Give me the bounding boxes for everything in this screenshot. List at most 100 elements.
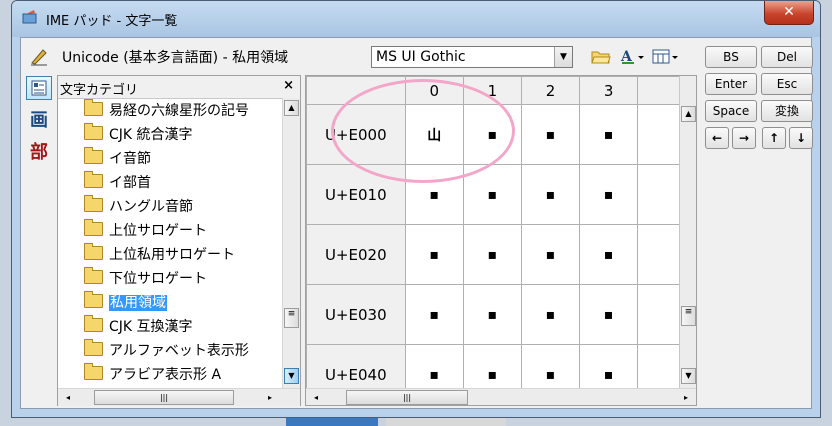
- character-cell[interactable]: ▪: [462, 104, 522, 165]
- window-title: IME パッド - 文字一覧: [46, 14, 178, 29]
- font-select-value: MS UI Gothic: [376, 49, 466, 65]
- background-window-fragment: [286, 418, 378, 426]
- folder-icon: [84, 363, 103, 380]
- character-cell[interactable]: ▪: [579, 104, 639, 165]
- character-cell[interactable]: ▪: [404, 284, 464, 345]
- category-item[interactable]: 易経の六線星形の記号: [84, 99, 249, 122]
- folder-icon: [84, 243, 103, 260]
- character-cell[interactable]: ▪: [579, 164, 639, 225]
- scrollbar-thumb[interactable]: |||: [346, 390, 468, 405]
- scrollbar-thumb[interactable]: ≡: [681, 306, 696, 326]
- character-cell[interactable]: ▪: [462, 284, 522, 345]
- character-cell[interactable]: ▪: [462, 224, 522, 285]
- category-item[interactable]: 下位サロゲート: [84, 267, 207, 290]
- arrow-up-button[interactable]: ↑: [762, 127, 786, 149]
- scroll-right-icon[interactable]: ▸: [262, 390, 278, 405]
- category-item[interactable]: イ部首: [84, 171, 151, 194]
- column-header: 2: [520, 76, 581, 105]
- character-cell[interactable]: ▪: [404, 164, 464, 225]
- page-title: Unicode (基本多言語面) - 私用領域: [62, 50, 289, 66]
- folder-icon: [84, 291, 103, 308]
- category-header-label: 文字カテゴリ: [60, 83, 139, 98]
- category-item[interactable]: CJK 統合漢字: [84, 123, 193, 146]
- radical-button[interactable]: 部: [26, 138, 52, 163]
- scroll-down-icon[interactable]: ▼: [284, 368, 299, 384]
- delete-button[interactable]: Del: [761, 46, 813, 68]
- category-item[interactable]: アルファベット表示形: [84, 339, 249, 362]
- character-cell[interactable]: ▪: [579, 224, 639, 285]
- folder-icon: [84, 339, 103, 356]
- category-item[interactable]: ハングル音節: [84, 195, 193, 218]
- header-toolbar: A: [587, 46, 707, 68]
- character-cell[interactable]: ▪: [520, 284, 581, 345]
- scrollbar-thumb[interactable]: |||: [94, 390, 234, 405]
- ime-pad-window: IME パッド - 文字一覧 ✕ 画 部 Unicode (基本多言語面) - …: [11, 0, 821, 418]
- character-cell[interactable]: ▪: [462, 164, 522, 225]
- category-item[interactable]: 上位サロゲート: [84, 219, 207, 242]
- character-cell[interactable]: ▪: [520, 104, 581, 165]
- column-header: 1: [462, 76, 522, 105]
- folder-icon: [84, 123, 103, 140]
- category-item-selected[interactable]: 私用領域: [84, 291, 167, 314]
- category-vertical-scrollbar[interactable]: ▲ ≡ ▼: [282, 98, 300, 388]
- grid-horizontal-scrollbar[interactable]: ◂ ||| ▸: [306, 388, 696, 405]
- character-cell[interactable]: ▪: [579, 284, 639, 345]
- row-header: U+E020: [306, 224, 406, 285]
- row-header: U+E030: [306, 284, 406, 345]
- category-item[interactable]: CJK 互換漢字: [84, 315, 193, 338]
- folder-icon: [84, 267, 103, 284]
- row-header: U+E010: [306, 164, 406, 225]
- scroll-up-icon[interactable]: ▲: [284, 100, 299, 116]
- scroll-up-icon[interactable]: ▲: [681, 106, 696, 122]
- scroll-down-icon[interactable]: ▼: [681, 368, 696, 384]
- chevron-down-icon[interactable]: ▼: [554, 47, 572, 67]
- stroke-count-button[interactable]: 画: [26, 106, 52, 131]
- category-close-icon[interactable]: ×: [283, 78, 294, 93]
- column-header: 3: [579, 76, 639, 105]
- category-item[interactable]: イ音節: [84, 147, 151, 170]
- font-select[interactable]: MS UI Gothic ▼: [371, 46, 573, 68]
- folder-open-icon[interactable]: [587, 46, 615, 68]
- folder-icon: [84, 171, 103, 188]
- space-button[interactable]: Space: [705, 100, 757, 122]
- background-window-fragment: [386, 418, 506, 426]
- scrollbar-thumb[interactable]: ≡: [284, 308, 299, 328]
- client-area: 画 部 Unicode (基本多言語面) - 私用領域 MS UI Gothic…: [20, 37, 813, 409]
- folder-icon: [84, 195, 103, 212]
- scroll-right-icon[interactable]: ▸: [678, 390, 694, 405]
- character-list-icon[interactable]: [26, 76, 52, 100]
- category-item[interactable]: アラビア表示形 A: [84, 363, 221, 386]
- arrow-left-button[interactable]: ←: [705, 127, 729, 149]
- category-panel: 文字カテゴリ × 易経の六線星形の記号 CJK 統合漢字 イ音節 イ部首 ハング…: [57, 75, 301, 406]
- character-cell[interactable]: ▪: [404, 224, 464, 285]
- convert-button[interactable]: 変換: [761, 100, 813, 122]
- view-options-icon[interactable]: [651, 46, 679, 68]
- category-horizontal-scrollbar[interactable]: ◂ ||| ▸: [58, 388, 300, 406]
- title-bar[interactable]: IME パッド - 文字一覧 ✕: [12, 1, 820, 37]
- character-cell[interactable]: ▪: [520, 224, 581, 285]
- folder-icon: [84, 99, 103, 116]
- row-header: U+E000: [306, 104, 406, 165]
- backspace-button[interactable]: BS: [705, 46, 757, 68]
- scroll-left-icon[interactable]: ◂: [308, 390, 324, 405]
- character-cell[interactable]: ▪: [520, 164, 581, 225]
- handwriting-icon[interactable]: [26, 46, 52, 70]
- character-cell[interactable]: 山: [404, 104, 464, 165]
- folder-icon: [84, 219, 103, 236]
- arrow-right-button[interactable]: →: [732, 127, 756, 149]
- category-list: 易経の六線星形の記号 CJK 統合漢字 イ音節 イ部首 ハングル音節 上位サロゲ…: [58, 98, 280, 388]
- enter-button[interactable]: Enter: [705, 73, 757, 95]
- category-header: 文字カテゴリ ×: [58, 76, 300, 99]
- character-grid: 0 1 2 3 U+E000 山 ▪ ▪ ▪ U+E010 ▪ ▪ ▪ ▪ U+…: [306, 76, 696, 405]
- scroll-left-icon[interactable]: ◂: [60, 390, 76, 405]
- pad-mode-toolbar: 画 部: [21, 38, 57, 408]
- category-item[interactable]: 上位私用サロゲート: [84, 243, 235, 266]
- grid-vertical-scrollbar[interactable]: ▲ ≡ ▼: [679, 76, 696, 388]
- folder-icon: [84, 147, 103, 164]
- font-style-icon[interactable]: A: [619, 46, 647, 68]
- character-grid-panel: 0 1 2 3 U+E000 山 ▪ ▪ ▪ U+E010 ▪ ▪ ▪ ▪ U+…: [305, 75, 697, 406]
- grid-corner: [306, 76, 406, 105]
- close-button[interactable]: ✕: [764, 1, 814, 25]
- escape-button[interactable]: Esc: [761, 73, 813, 95]
- arrow-down-button[interactable]: ↓: [789, 127, 813, 149]
